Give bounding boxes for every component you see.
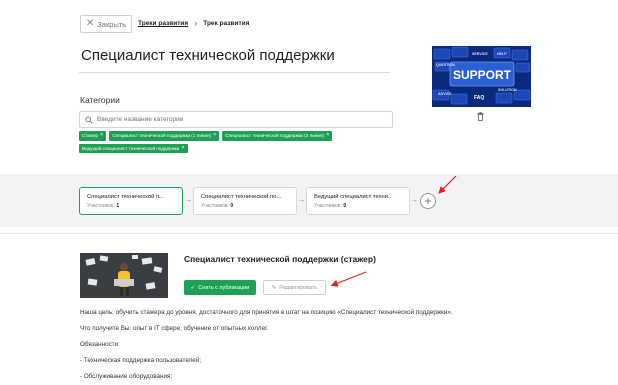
svg-text:HELP: HELP [497, 52, 507, 56]
description-line: Обязанности: [80, 341, 120, 348]
page: ✕ Закрыть Треки развития › Трек развития… [0, 0, 618, 385]
search-icon [85, 115, 93, 124]
stage-participants: Участников: 1 [87, 203, 120, 209]
breadcrumb-current: Трек развития [203, 20, 250, 27]
svg-text:ADVICE: ADVICE [438, 92, 452, 96]
unpublish-button[interactable]: ✓ Снять с публикации [184, 280, 256, 295]
stage-card-2[interactable]: Специалист технической по... Участников:… [193, 187, 297, 215]
edit-button[interactable]: ✎ Редактировать [263, 280, 326, 295]
breadcrumb: Треки развития › Трек развития [138, 19, 249, 28]
arrow-right-icon: → [298, 197, 305, 204]
close-label: Закрыть [97, 19, 127, 29]
arrow-right-icon: → [411, 197, 418, 204]
remove-tag-icon[interactable]: × [326, 132, 329, 139]
category-search-input[interactable] [97, 116, 377, 123]
track-title-input[interactable]: Специалист технической поддержки [81, 47, 335, 64]
remove-tag-icon[interactable]: × [213, 132, 216, 139]
stage-participants: Участников: 0 [201, 203, 234, 209]
chevron-right-icon: › [194, 18, 198, 28]
stage-participants: Участников: 0 [314, 203, 347, 209]
track-cover-image[interactable]: SUPPORT SERVICE HELP ADVICE FAQ SOLUTION… [432, 46, 531, 107]
arrow-right-icon: → [185, 197, 192, 204]
remove-tag-icon[interactable]: × [181, 145, 184, 152]
category-tag[interactable]: Ведущий специалист технической поддержки… [79, 143, 188, 153]
categories-label: Категории [80, 95, 120, 105]
stage-title: Ведущий специалист техни... [314, 194, 393, 200]
svg-text:FAQ: FAQ [474, 95, 484, 101]
category-tag[interactable]: Стажер × [79, 131, 107, 141]
stage-card-3[interactable]: Ведущий специалист техни... Участников: … [306, 187, 410, 215]
pencil-icon: ✎ [271, 284, 277, 291]
annotation-arrow-edit [330, 271, 367, 287]
stage-title: Специалист технической п... [87, 194, 164, 200]
close-icon: ✕ [85, 18, 95, 29]
add-stage-button[interactable]: + [420, 193, 436, 209]
remove-tag-icon[interactable]: × [100, 132, 103, 139]
support-cover-graphic: SUPPORT SERVICE HELP ADVICE FAQ SOLUTION… [432, 46, 531, 107]
stage-title: Специалист технической по... [201, 194, 282, 200]
title-underline [79, 72, 390, 73]
check-icon: ✓ [190, 284, 196, 291]
description-line: - Обслуживание оборудования; [80, 373, 173, 380]
cover-big-word: SUPPORT [453, 68, 512, 82]
description-line: Наша цель: обучить стажера до уровня, до… [80, 309, 453, 316]
close-button[interactable]: ✕ Закрыть [80, 15, 132, 33]
stage-illustration-image [80, 253, 168, 298]
divider [0, 233, 618, 234]
svg-text:QUESTION: QUESTION [436, 63, 455, 67]
category-tags: Стажер × Специалист технической поддержки… [79, 131, 369, 153]
stage-detail-title: Специалист технической поддержки (стажер… [184, 254, 376, 264]
stage-card-1[interactable]: Специалист технической п... Участников: … [79, 187, 183, 215]
category-search-field[interactable] [79, 111, 393, 128]
svg-text:SERVICE: SERVICE [472, 52, 488, 56]
plus-icon: + [424, 194, 432, 208]
description-line: - Техническая поддержка пользователей; [80, 357, 202, 364]
breadcrumb-link-tracks[interactable]: Треки развития [138, 20, 188, 27]
category-tag[interactable]: Специалист технической поддержки (2 лини… [222, 131, 333, 141]
svg-text:SOLUTION: SOLUTION [498, 88, 517, 92]
trash-icon[interactable] [477, 112, 484, 123]
category-tag[interactable]: Специалист технической поддержки (1 лини… [109, 131, 220, 141]
description-line: Что получите Вы: опыт в IT сфере, обучен… [80, 325, 269, 332]
